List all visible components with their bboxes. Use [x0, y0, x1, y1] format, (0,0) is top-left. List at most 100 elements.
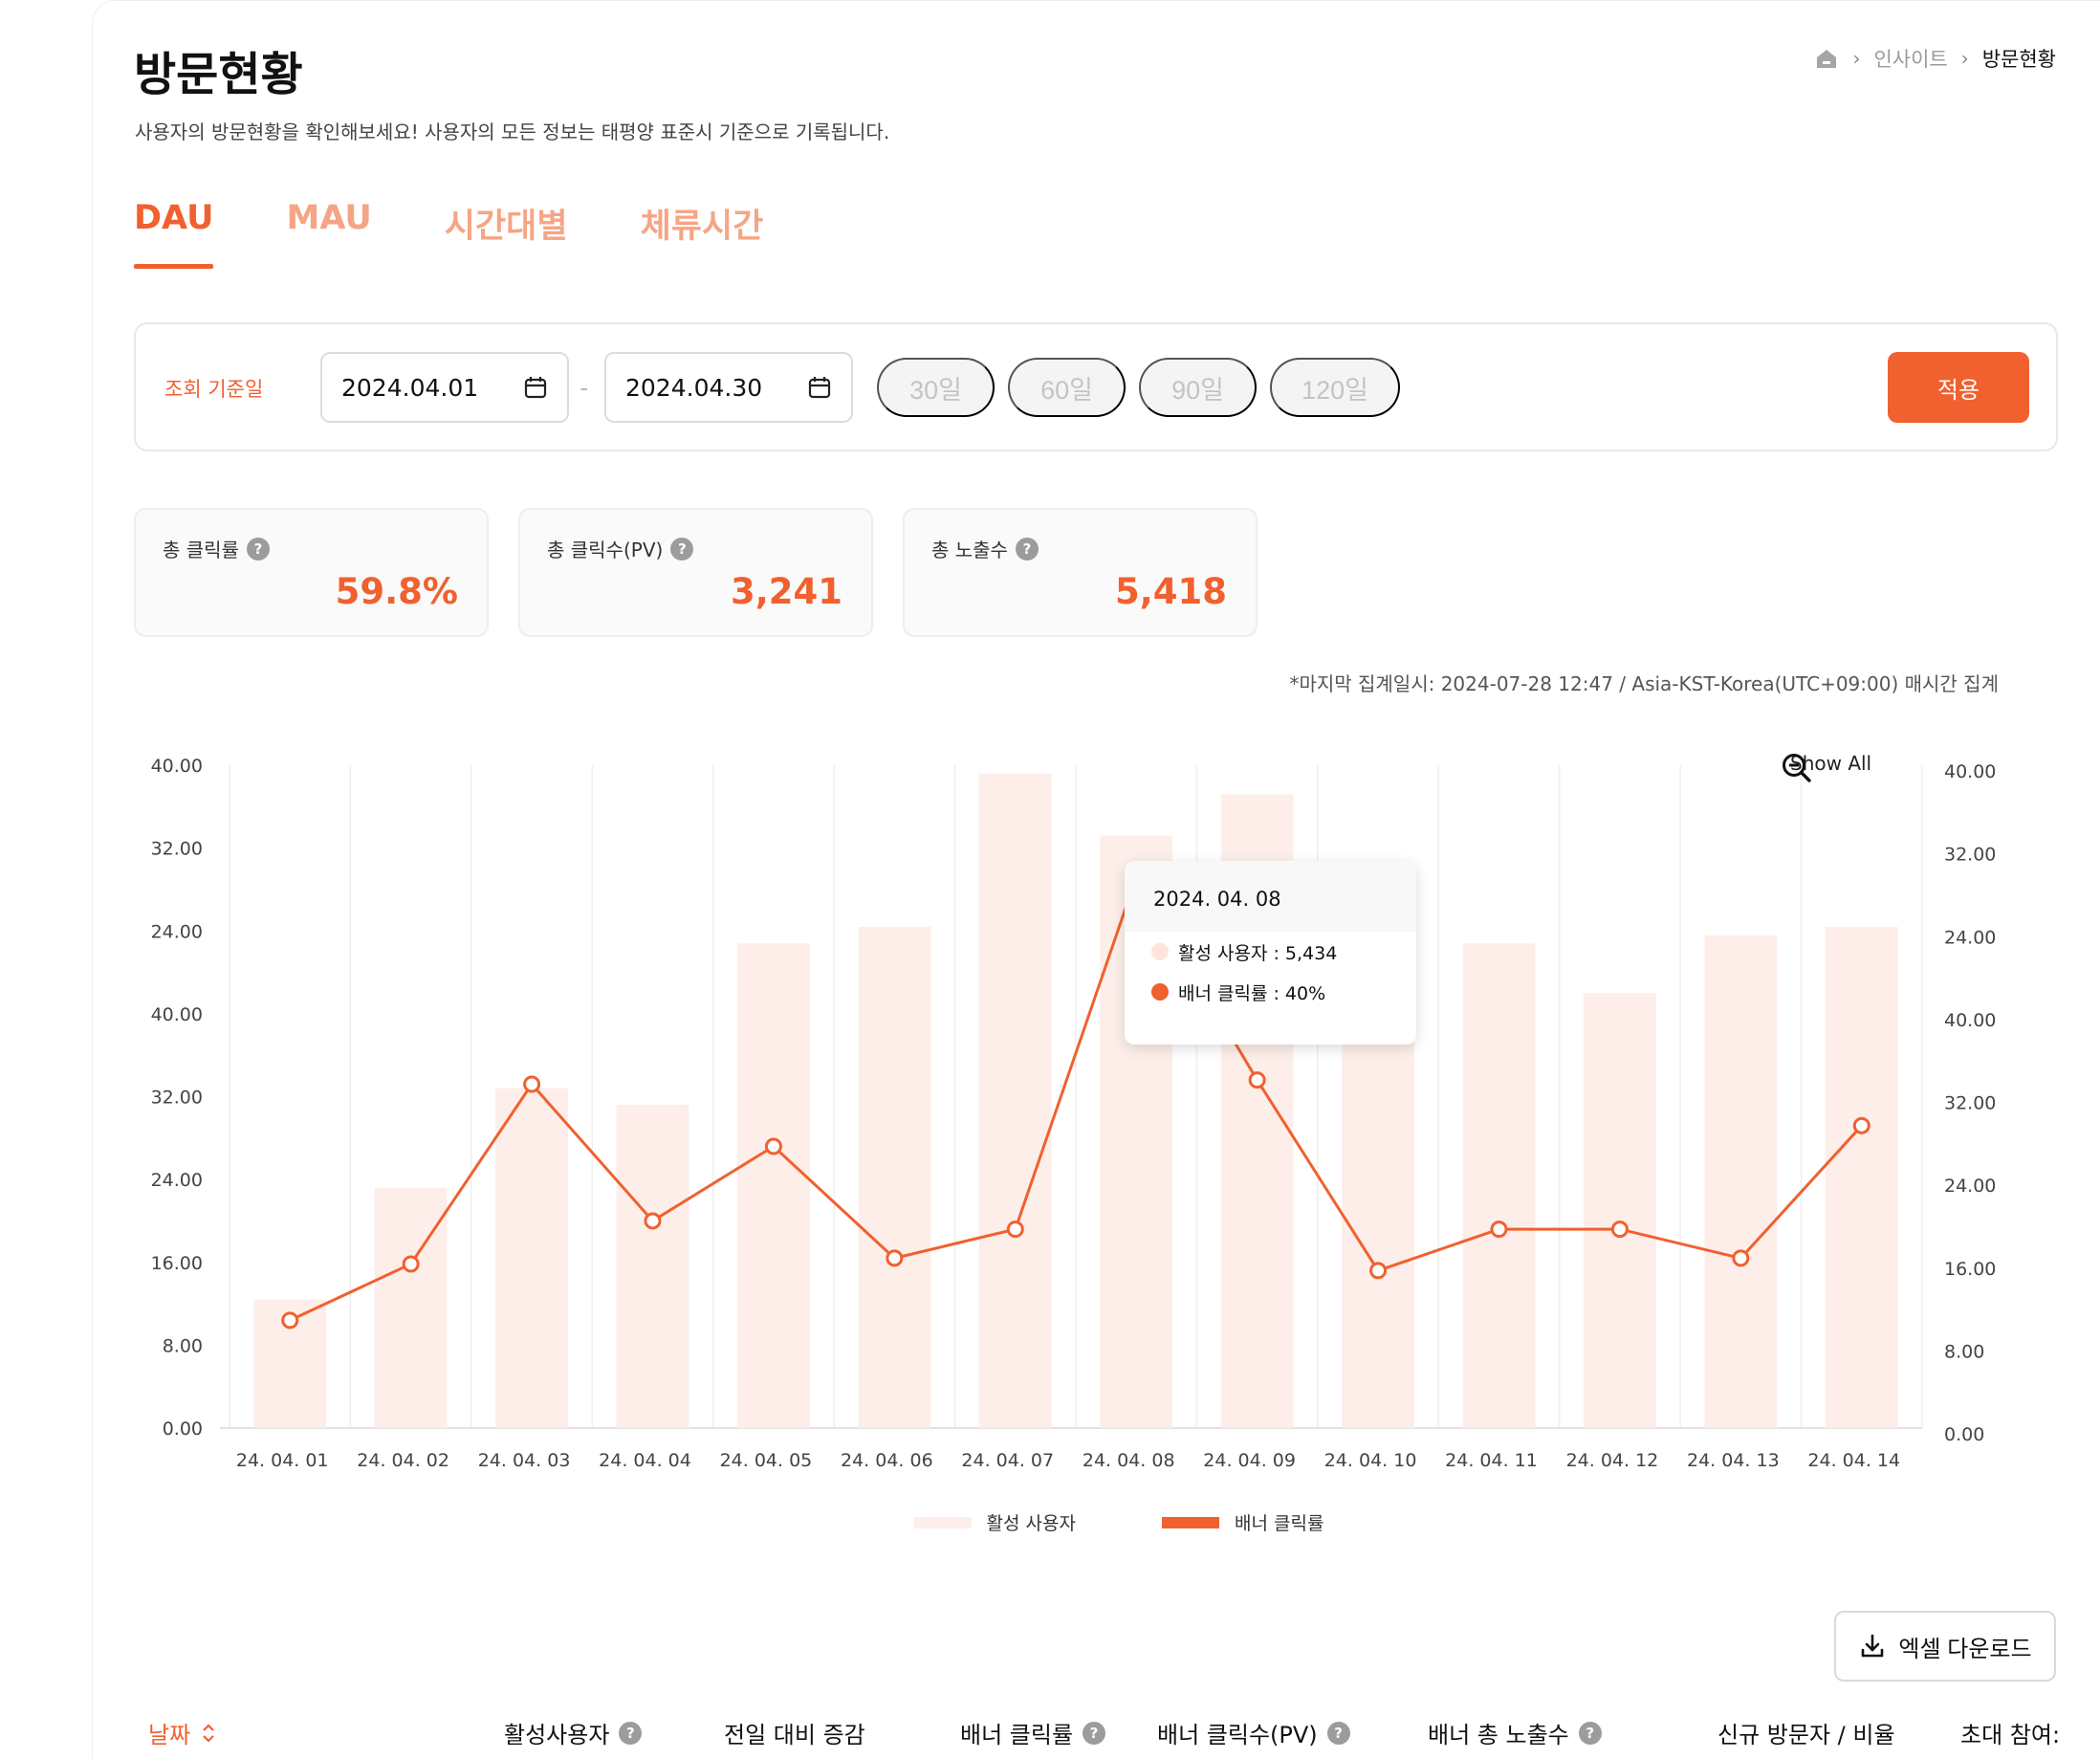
column-header-active-users[interactable]: 활성사용자 ? [504, 1716, 643, 1749]
stat-card-total-impressions: 총 노출수 ? 5,418 [903, 508, 1258, 637]
ctr-point [1490, 1220, 1508, 1239]
ctr-point [1732, 1249, 1750, 1267]
help-icon[interactable]: ? [1015, 537, 1039, 561]
start-date-value: 2024.04.01 [341, 373, 479, 402]
date-range-separator: - [580, 374, 589, 403]
legend-item-banner-ctr[interactable]: 배너 클릭률 [1162, 1509, 1323, 1535]
end-date-input[interactable]: 2024.04.30 [604, 352, 853, 423]
tab-mau[interactable]: MAU [286, 199, 371, 263]
ctr-point [1369, 1262, 1388, 1280]
ctr-point [281, 1311, 299, 1330]
y-axis-left-tick: 16.00 [151, 1253, 203, 1274]
bar [616, 1105, 689, 1428]
tab-duration[interactable]: 체류시간 [641, 199, 764, 263]
help-icon[interactable]: ? [1083, 1721, 1106, 1745]
excel-download-label: 엑셀 다운로드 [1898, 1636, 2032, 1662]
tab-hourly[interactable]: 시간대별 [445, 199, 568, 263]
y-axis-right-tick: 16.00 [1944, 1259, 1996, 1280]
x-axis-tick: 24. 04. 03 [478, 1450, 571, 1471]
ctr-point [764, 1137, 782, 1155]
column-header-invite[interactable]: 초대 참여: [1960, 1716, 2060, 1749]
tab-dau[interactable]: DAU [134, 199, 214, 269]
excel-download-button[interactable]: 엑셀 다운로드 [1834, 1611, 2056, 1682]
y-axis-right-tick: 32.00 [1944, 845, 1996, 866]
stat-value: 5,418 [1114, 571, 1227, 612]
show-all-button[interactable]: Show All [1781, 752, 1871, 782]
column-header-banner-ctr[interactable]: 배너 클릭률 ? [960, 1716, 1106, 1749]
ctr-point [402, 1255, 420, 1273]
preset-60-days-button[interactable]: 60일 [1008, 358, 1126, 417]
breadcrumb-item-insight[interactable]: 인사이트 [1873, 44, 1947, 73]
sort-icon[interactable] [200, 1721, 217, 1746]
help-icon[interactable]: ? [670, 537, 694, 561]
x-axis-tick: 24. 04. 14 [1807, 1450, 1900, 1471]
x-axis-tick: 24. 04. 10 [1324, 1450, 1417, 1471]
x-axis-tick: 24. 04. 13 [1687, 1450, 1780, 1471]
y-axis-left-tick: 24.00 [151, 921, 203, 942]
calendar-icon[interactable] [523, 375, 548, 400]
end-date-value: 2024.04.30 [625, 373, 763, 402]
bar [495, 1088, 568, 1428]
calendar-icon[interactable] [807, 375, 832, 400]
legend-dot-users [1151, 943, 1169, 960]
x-axis-tick: 24. 04. 07 [961, 1450, 1054, 1471]
ctr-point [1610, 1220, 1629, 1239]
legend-swatch [913, 1516, 972, 1528]
apply-button[interactable]: 적용 [1888, 352, 2029, 423]
y-axis-left-tick: 32.00 [151, 1088, 203, 1109]
preset-90-days-button[interactable]: 90일 [1139, 358, 1257, 417]
y-axis-right-tick: 32.00 [1944, 1093, 1996, 1114]
x-axis-tick: 24. 04. 01 [236, 1450, 329, 1471]
y-axis-right-tick: 24.00 [1944, 1176, 1996, 1197]
y-axis-right-tick: 40.00 [1944, 1010, 1996, 1031]
preset-30-days-button[interactable]: 30일 [877, 358, 995, 417]
dau-chart: 0.00 8.00 16.00 24.00 32.00 40.00 24.00 32.00 40… [134, 737, 2066, 1578]
column-header-dod-change[interactable]: 전일 대비 증감 [724, 1716, 865, 1749]
x-axis-tick: 24. 04. 06 [841, 1450, 933, 1471]
tooltip-active-users: 활성 사용자 : 5,434 [1178, 942, 1338, 964]
help-icon[interactable]: ? [1326, 1721, 1350, 1745]
column-header-date[interactable]: 날짜 [148, 1716, 217, 1749]
legend-swatch [1162, 1516, 1219, 1528]
y-axis-right-tick: 24.00 [1944, 927, 1996, 948]
y-axis-right-tick: 0.00 [1944, 1424, 1984, 1445]
aggregation-note: *마지막 집계일시: 2024-07-28 12:47 / Asia-KST-K… [1289, 672, 1999, 695]
table-header: 날짜 활성사용자 ? 전일 대비 증감 배너 클릭률 ? 배너 클릭수(PV) … [134, 1712, 2100, 1759]
preset-120-days-button[interactable]: 120일 [1270, 358, 1400, 417]
bar [1825, 926, 1898, 1428]
help-icon[interactable]: ? [1578, 1721, 1602, 1745]
ctr-point [523, 1075, 541, 1093]
x-axis-tick: 24. 04. 09 [1203, 1450, 1296, 1471]
ctr-point [1248, 1071, 1266, 1089]
column-header-banner-clicks[interactable]: 배너 클릭수(PV) ? [1157, 1716, 1350, 1749]
bar [978, 773, 1052, 1428]
home-icon[interactable] [1814, 47, 1839, 70]
bar [1704, 934, 1778, 1428]
y-axis-right-tick: 8.00 [1944, 1341, 1984, 1362]
tooltip-banner-ctr: 배너 클릭률 : 40% [1178, 982, 1326, 1004]
help-icon[interactable]: ? [619, 1721, 643, 1745]
y-axis-right-tick: 40.00 [1944, 761, 1996, 782]
bar [858, 926, 931, 1428]
y-axis-left-tick: 8.00 [163, 1335, 203, 1356]
y-axis-left-tick: 0.00 [163, 1418, 203, 1440]
column-header-banner-impressions[interactable]: 배너 총 노출수 ? [1428, 1716, 1602, 1749]
x-axis-tick: 24. 04. 11 [1445, 1450, 1538, 1471]
y-axis-left-tick: 40.00 [151, 756, 203, 777]
column-header-new-visitors[interactable]: 신규 방문자 / 비율 [1717, 1716, 1895, 1749]
ctr-point [1006, 1220, 1024, 1239]
x-axis-tick: 24. 04. 08 [1083, 1450, 1175, 1471]
stat-label: 총 클릭수(PV) [547, 539, 664, 561]
help-icon[interactable]: ? [246, 537, 270, 561]
ctr-point [1852, 1116, 1870, 1134]
legend-dot-ctr [1151, 983, 1169, 1000]
chart-canvas: 0.00 8.00 16.00 24.00 32.00 40.00 24.00 32.00 40… [151, 756, 1997, 1471]
chart-tooltip: 2024. 04. 08 활성 사용자 : 5,434 배너 클릭률 : 40% [1125, 861, 1416, 1044]
breadcrumb: › 인사이트 › 방문현황 [1814, 44, 2056, 73]
date-filter-panel: 조회 기준일 2024.04.01 - 2024.04.30 30일 60일 9… [134, 322, 2058, 451]
start-date-input[interactable]: 2024.04.01 [320, 352, 569, 423]
filter-label: 조회 기준일 [164, 378, 264, 401]
bar [737, 943, 810, 1428]
legend-item-active-users[interactable]: 활성 사용자 [913, 1509, 1076, 1535]
breadcrumb-item-current: 방문현황 [1981, 48, 2056, 71]
